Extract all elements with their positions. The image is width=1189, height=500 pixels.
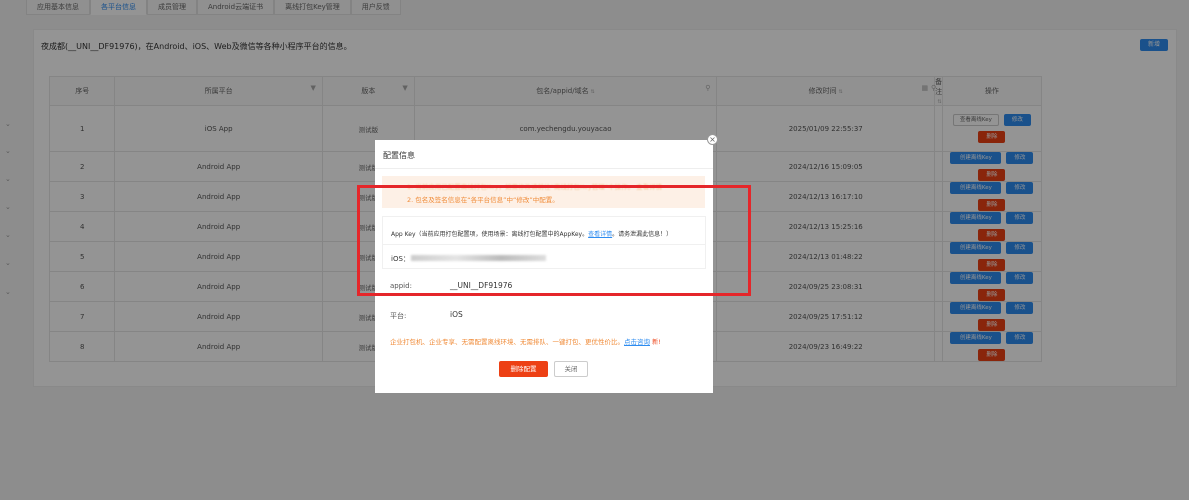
delete-config-button[interactable]: 删除配置	[499, 361, 548, 377]
modal-title: 配置信息	[383, 151, 415, 160]
consult-link[interactable]: 点击咨询	[624, 338, 650, 346]
platform-value: iOS	[450, 310, 463, 319]
new-badge: 新!	[652, 339, 661, 346]
close-button[interactable]: 关闭	[554, 361, 588, 377]
close-icon[interactable]: ×	[707, 134, 718, 145]
highlight-annotation-box	[357, 185, 751, 296]
divider	[375, 168, 713, 169]
promo-text: 企业打包机、企业专享、无需配置离线环境、无需排队、一键打包、更优性价比。点击咨询…	[390, 338, 661, 346]
platform-label: 平台:	[390, 312, 407, 320]
